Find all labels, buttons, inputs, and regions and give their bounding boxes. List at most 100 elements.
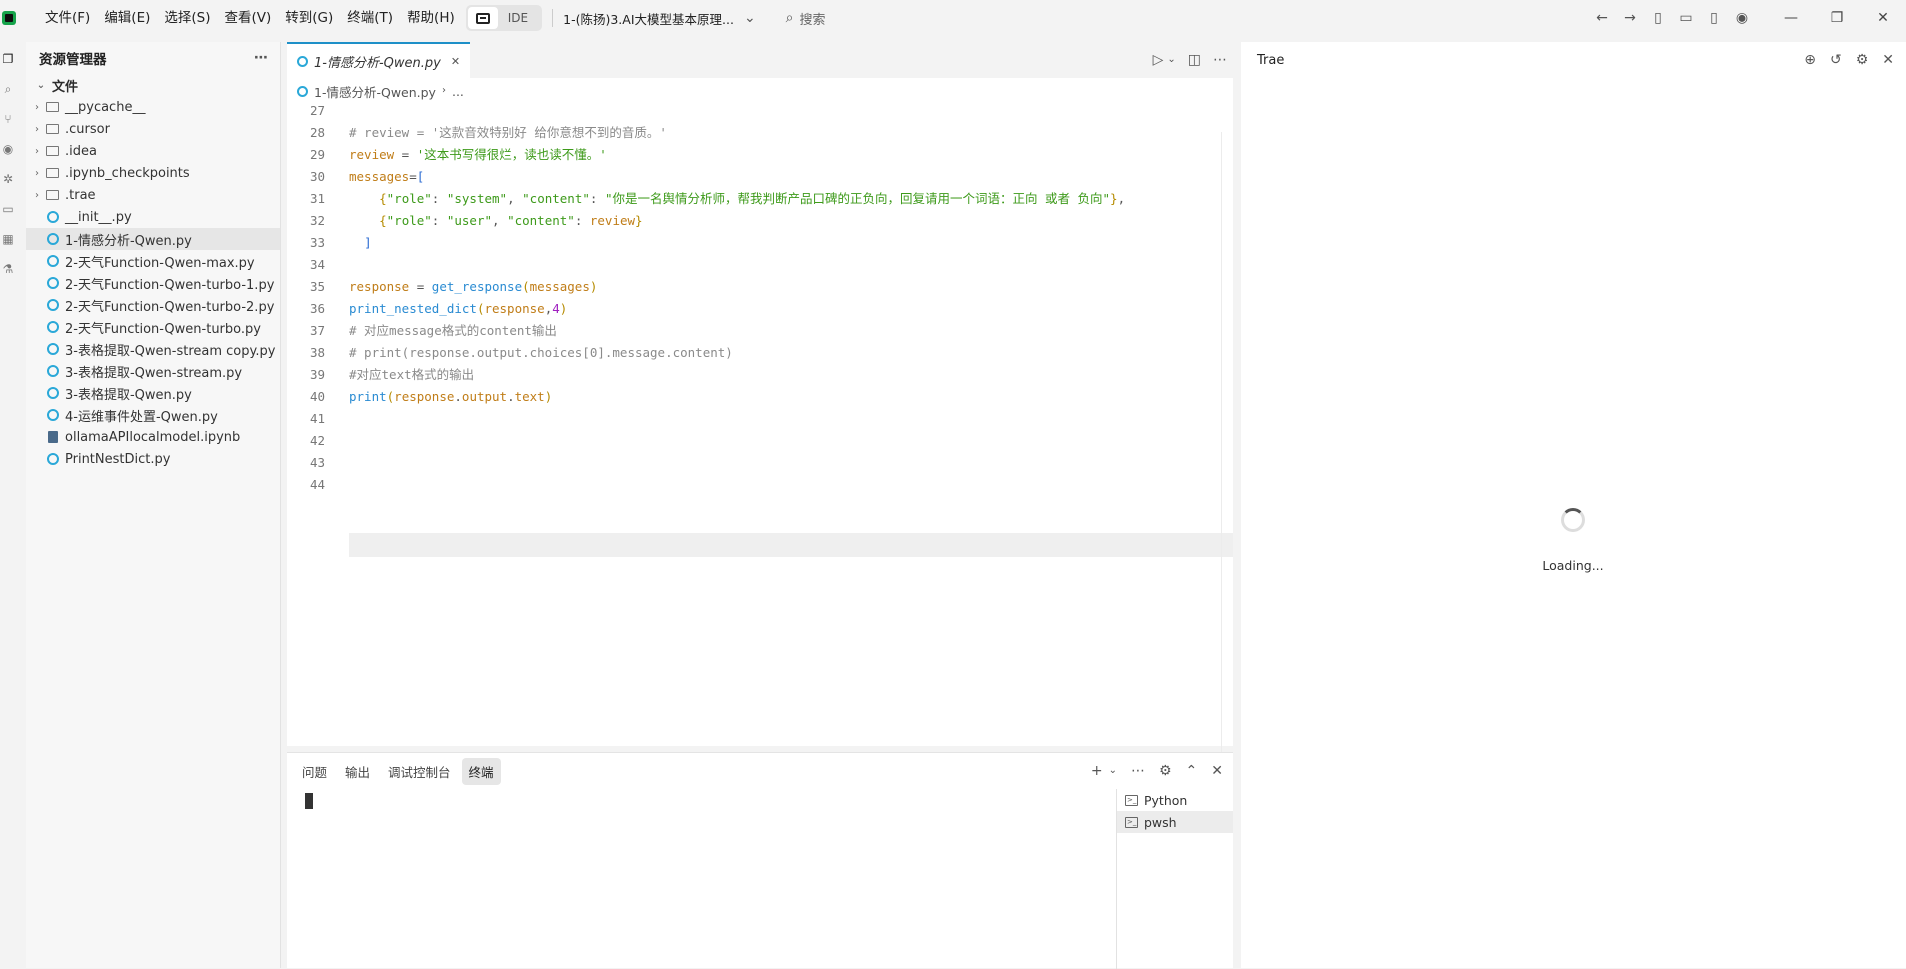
editor-scrollbar[interactable] [1221, 132, 1233, 772]
tree-file[interactable]: 3-表格提取-Qwen.py [26, 382, 280, 404]
title-controls: ← → ▯ ▭ ▯ ◉ — ❐ ✕ [1588, 0, 1906, 36]
account-icon[interactable]: ◉ [1728, 11, 1756, 25]
python-file-icon [47, 211, 59, 223]
terminal-cursor[interactable] [305, 793, 313, 809]
terminal-item-pwsh[interactable]: >_ pwsh [1117, 811, 1233, 833]
tree-folder[interactable]: › .trae [26, 184, 280, 206]
breadcrumb-file[interactable]: 1-情感分析-Qwen.py [314, 82, 436, 101]
tree-file[interactable]: PrintNestDict.py [26, 448, 280, 470]
explorer-header: 资源管理器 ⋯ [26, 42, 280, 74]
testing-flask-icon[interactable]: ⚗ [0, 254, 16, 284]
python-file-icon [47, 233, 59, 245]
editor-more-icon[interactable]: ⋯ [1213, 53, 1227, 67]
gutter-row: 40 [287, 386, 325, 408]
menu-help[interactable]: 帮助(H) [400, 5, 462, 31]
remote-explorer-icon[interactable]: ▭ [0, 194, 16, 224]
command-search[interactable]: ⌕ 搜索 [786, 9, 826, 28]
menu-go[interactable]: 转到(G) [278, 5, 340, 31]
gutter-row: 27 [287, 100, 325, 122]
line-number: 38 [309, 345, 325, 360]
tree-folder[interactable]: › .ipynb_checkpoints [26, 162, 280, 184]
tree-file[interactable]: 2-天气Function-Qwen-turbo-1.py [26, 272, 280, 294]
maximize-panel-icon[interactable]: ⌃ [1186, 764, 1198, 778]
preview-eye-icon[interactable]: ◉ [0, 134, 16, 164]
code-area[interactable]: 27 28 29 30 31 32 33 34 35 36 37 38 39 40 41 42 43 44 # r… [287, 103, 1233, 772]
new-terminal-icon[interactable]: + [1091, 764, 1103, 778]
ide-mode-label[interactable]: IDE [498, 11, 540, 25]
chevron-right-icon: › [441, 85, 446, 96]
terminal-settings-icon[interactable]: ⚙ [1159, 764, 1172, 778]
tree-file[interactable]: 2-天气Function-Qwen-turbo.py [26, 316, 280, 338]
search-placeholder: 搜索 [799, 12, 826, 28]
code-comment: # 对应message格式的content输出 [349, 323, 557, 338]
run-dropdown-icon[interactable]: ⌄ [1167, 55, 1175, 65]
terminal-dropdown-icon[interactable]: ⌄ [1109, 766, 1117, 776]
menu-terminal[interactable]: 终端(T) [340, 5, 400, 31]
line-number: 41 [309, 411, 325, 426]
minimize-icon[interactable]: — [1768, 10, 1814, 26]
chat-mode-icon[interactable] [467, 7, 498, 29]
tab-active-file[interactable]: 1-情感分析-Qwen.py ✕ [287, 42, 471, 78]
forward-arrow-icon[interactable]: → [1616, 11, 1644, 25]
chat-title: Trae [1257, 52, 1285, 68]
panel-more-icon[interactable]: ⋯ [1131, 764, 1145, 778]
project-switcher[interactable]: 1-(陈扬)3.AI大模型基本原理... ⌄ [563, 9, 756, 28]
tree-file[interactable]: 3-表格提取-Qwen-stream copy.py [26, 338, 280, 360]
menu-view[interactable]: 查看(V) [218, 5, 279, 31]
search-view-icon[interactable]: ⌕ [0, 74, 16, 104]
run-icon[interactable]: ▷ [1153, 53, 1164, 67]
tree-file[interactable]: __init__.py [26, 206, 280, 228]
toggle-secondary-sidebar-icon[interactable]: ▯ [1700, 11, 1728, 25]
settings-gear-icon[interactable]: ⚙ [1856, 53, 1869, 67]
tree-file[interactable]: 3-表格提取-Qwen-stream.py [26, 360, 280, 382]
tree-file[interactable]: 4-运维事件处置-Qwen.py [26, 404, 280, 426]
tree-folder[interactable]: › .cursor [26, 118, 280, 140]
tab-debug-console[interactable]: 调试控制台 [381, 758, 458, 785]
split-editor-icon[interactable]: ◫ [1188, 53, 1201, 67]
tree-file[interactable]: 2-天气Function-Qwen-turbo-2.py [26, 294, 280, 316]
tab-terminal[interactable]: 终端 [461, 757, 501, 785]
workspace-root-folder[interactable]: ⌄ 文件 [26, 74, 280, 96]
close-window-icon[interactable]: ✕ [1860, 10, 1906, 26]
gutter-row: 41 [287, 408, 325, 430]
breadcrumb-more[interactable]: ... [452, 84, 464, 99]
chat-actions: ⊕ ↺ ⚙ ✕ [1804, 53, 1894, 67]
terminal-item-python[interactable]: >_ Python [1117, 789, 1233, 811]
trae-chat-panel: Trae ⊕ ↺ ⚙ ✕ Loading... [1241, 42, 1906, 968]
toggle-primary-sidebar-icon[interactable]: ▯ [1644, 11, 1672, 25]
explorer-icon[interactable]: ❐ [0, 44, 16, 74]
tree-file[interactable]: 1-情感分析-Qwen.py [26, 228, 280, 250]
back-arrow-icon[interactable]: ← [1588, 11, 1616, 25]
tree-item-label: __pycache__ [65, 99, 146, 115]
close-panel-icon[interactable]: ✕ [1211, 764, 1223, 778]
python-file-icon [47, 255, 59, 267]
tab-output[interactable]: 输出 [338, 758, 377, 785]
tree-item-label: 3-表格提取-Qwen-stream.py [65, 365, 243, 381]
tree-item-label: .trae [65, 187, 96, 203]
tree-item-label: 2-天气Function-Qwen-max.py [65, 255, 255, 271]
tree-file[interactable]: 2-天气Function-Qwen-max.py [26, 250, 280, 272]
gutter-row: 31 [287, 188, 325, 210]
menu-selection[interactable]: 选择(S) [157, 5, 217, 31]
close-icon[interactable]: ✕ [1882, 53, 1894, 67]
menu-edit[interactable]: 编辑(E) [97, 5, 157, 31]
more-actions-icon[interactable]: ⋯ [254, 51, 268, 65]
tab-label: 1-情感分析-Qwen.py [314, 55, 441, 71]
menu-file[interactable]: 文件(F) [38, 5, 97, 31]
debug-icon[interactable]: ✲ [0, 164, 16, 194]
new-chat-icon[interactable]: ⊕ [1804, 53, 1816, 67]
source-control-icon[interactable]: ⑂ [0, 104, 16, 134]
extensions-icon[interactable]: ▦ [0, 224, 16, 254]
gutter-row: 37 [287, 320, 325, 342]
tree-file[interactable]: ollamaAPIlocalmodel.ipynb [26, 426, 280, 448]
restore-icon[interactable]: ❐ [1814, 10, 1860, 26]
close-tab-icon[interactable]: ✕ [451, 56, 460, 67]
tree-folder[interactable]: › __pycache__ [26, 96, 280, 118]
history-icon[interactable]: ↺ [1830, 53, 1842, 67]
explorer-title: 资源管理器 [39, 52, 107, 68]
tree-item-label: .ipynb_checkpoints [65, 165, 190, 181]
toggle-panel-icon[interactable]: ▭ [1672, 11, 1700, 25]
mode-toggle[interactable]: IDE [465, 5, 543, 31]
tab-problems[interactable]: 问题 [295, 758, 334, 785]
tree-folder[interactable]: › .idea [26, 140, 280, 162]
